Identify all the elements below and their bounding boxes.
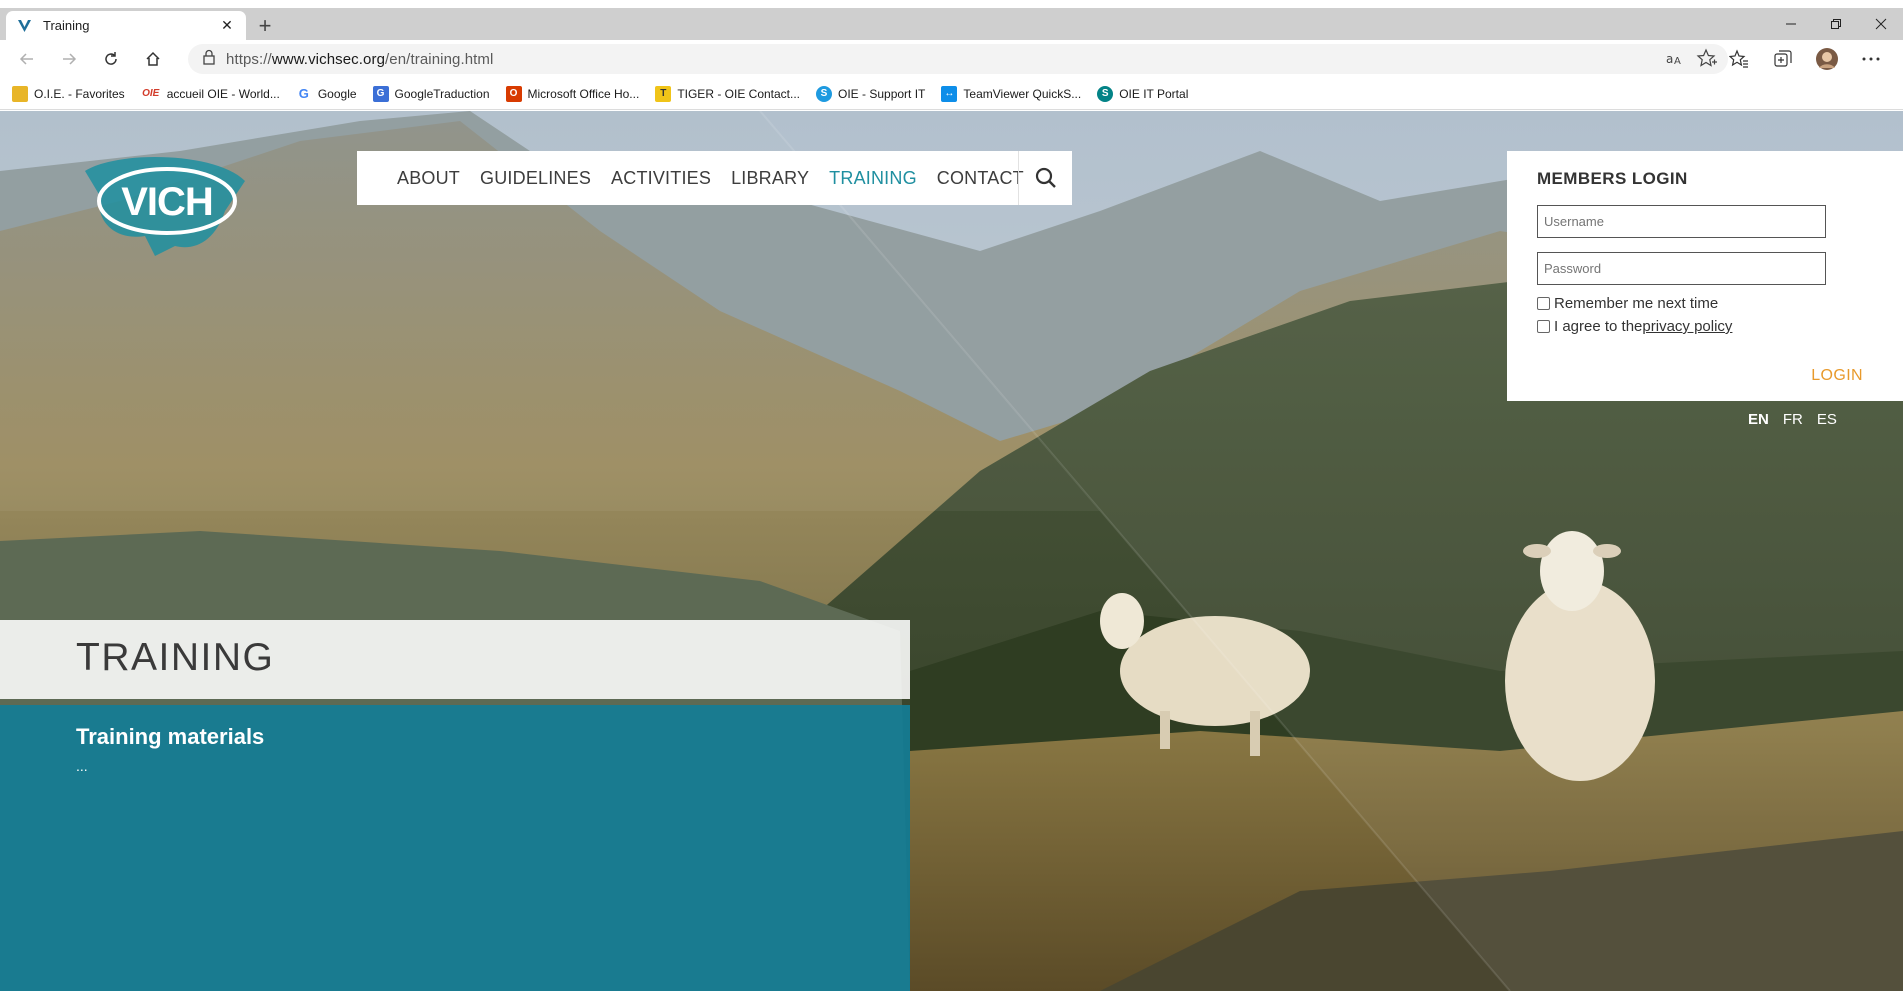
page-title-band: TRAINING [0, 620, 910, 699]
profile-avatar-icon[interactable] [1805, 42, 1849, 76]
login-title: MEMBERS LOGIN [1537, 169, 1688, 188]
lang-en[interactable]: EN [1748, 411, 1769, 428]
username-input[interactable] [1537, 205, 1826, 238]
address-bar[interactable]: https://www.vichsec.org/en/training.html… [188, 44, 1728, 74]
login-button[interactable]: LOGIN [1811, 367, 1863, 385]
search-icon [1035, 167, 1056, 188]
restore-icon[interactable] [1813, 8, 1858, 40]
lang-es[interactable]: ES [1817, 411, 1837, 428]
bookmark-item[interactable]: O.I.E. - Favorites [12, 85, 125, 102]
nav-library[interactable]: LIBRARY [721, 168, 819, 189]
language-switcher: EN FR ES [1748, 411, 1837, 428]
content-block: Training materials ... [0, 705, 910, 991]
favorites-icon[interactable] [1717, 42, 1761, 76]
bookmark-item[interactable]: T TIGER - OIE Contact... [655, 85, 801, 102]
teamviewer-icon: ↔ [941, 85, 958, 102]
bookmark-item[interactable]: G GoogleTraduction [372, 85, 490, 102]
window-controls [1768, 8, 1903, 40]
password-input[interactable] [1537, 252, 1826, 285]
section-text: ... [76, 758, 88, 774]
bookmark-item[interactable]: G Google [296, 86, 357, 102]
vich-favicon-icon [16, 17, 33, 34]
nav-guidelines[interactable]: GUIDELINES [470, 168, 601, 189]
nav-about[interactable]: ABOUT [357, 168, 470, 189]
bookmark-label: Microsoft Office Ho... [527, 86, 640, 101]
remember-me-checkbox[interactable] [1537, 297, 1550, 310]
translate-icon: G [372, 85, 389, 102]
svg-text:A: A [1674, 56, 1681, 67]
forward-icon[interactable] [48, 42, 90, 76]
remember-me-row: Remember me next time [1537, 295, 1873, 312]
bookmark-label: GoogleTraduction [394, 86, 490, 101]
members-login-panel: MEMBERS LOGIN Remember me next time I ag… [1507, 151, 1903, 401]
support-icon: S [816, 85, 833, 102]
main-navigation: ABOUT GUIDELINES ACTIVITIES LIBRARY TRAI… [357, 151, 1072, 205]
bookmark-item[interactable]: ↔ TeamViewer QuickS... [941, 85, 1082, 102]
url-prefix: https:// [226, 50, 272, 68]
bookmark-label: TeamViewer QuickS... [963, 86, 1082, 101]
url-host: www.vichsec.org [271, 50, 386, 68]
google-icon: G [298, 86, 309, 101]
back-icon[interactable] [6, 42, 48, 76]
bookmark-label: Google [317, 86, 357, 101]
add-favorite-icon[interactable] [1696, 48, 1718, 75]
privacy-agree-checkbox[interactable] [1537, 320, 1550, 333]
lock-icon[interactable] [202, 49, 216, 70]
minimize-icon[interactable] [1768, 8, 1813, 40]
bookmark-item[interactable]: OIE accueil OIE - World... [141, 86, 280, 102]
tab-strip: Training ✕ + [0, 8, 1903, 40]
window-top-edge [0, 0, 1903, 8]
sharepoint-icon: S [1097, 85, 1114, 102]
bookmark-item[interactable]: S OIE IT Portal [1097, 85, 1189, 102]
bookmark-item[interactable]: O Microsoft Office Ho... [505, 85, 640, 102]
tiger-icon: T [655, 85, 672, 102]
more-menu-icon[interactable] [1849, 42, 1893, 76]
nav-activities[interactable]: ACTIVITIES [601, 168, 721, 189]
logo-text: VICH [121, 180, 213, 224]
nav-training[interactable]: TRAINING [819, 168, 927, 189]
lang-fr[interactable]: FR [1783, 411, 1803, 428]
home-icon[interactable] [132, 42, 174, 76]
address-actions: aA [1664, 48, 1718, 75]
svg-text:a: a [1666, 52, 1673, 66]
bookmark-label: accueil OIE - World... [166, 86, 280, 101]
privacy-agree-row: I agree to the privacy policy [1537, 318, 1873, 335]
browser-tab-training[interactable]: Training ✕ [6, 11, 246, 40]
privacy-policy-link[interactable]: privacy policy [1642, 318, 1732, 335]
refresh-icon[interactable] [90, 42, 132, 76]
read-aloud-icon[interactable]: aA [1664, 48, 1686, 75]
bookmark-label: TIGER - OIE Contact... [677, 86, 801, 101]
browser-toolbar: https://www.vichsec.org/en/training.html… [0, 40, 1903, 78]
oie-icon: OIE [142, 88, 160, 99]
tab-close-icon[interactable]: ✕ [218, 17, 236, 34]
toolbar-right [1717, 40, 1893, 78]
bookmarks-bar: O.I.E. - Favorites OIE accueil OIE - Worl… [0, 78, 1903, 110]
bookmark-label: O.I.E. - Favorites [34, 86, 125, 101]
close-icon[interactable] [1858, 8, 1903, 40]
bookmark-label: OIE IT Portal [1119, 86, 1189, 101]
vich-page: VICH ABOUT GUIDELINES ACTIVITIES LIBRARY… [0, 111, 1903, 991]
tab-title: Training [43, 18, 90, 33]
new-tab-button[interactable]: + [252, 13, 278, 39]
bookmark-label: OIE - Support IT [838, 86, 926, 101]
section-heading[interactable]: Training materials [76, 724, 264, 750]
vich-logo[interactable]: VICH [75, 151, 255, 261]
agree-prefix: I agree to the [1554, 318, 1643, 335]
collections-icon[interactable] [1761, 42, 1805, 76]
url-text: https://www.vichsec.org/en/training.html [226, 51, 493, 68]
bookmark-item[interactable]: S OIE - Support IT [816, 85, 926, 102]
search-button[interactable] [1018, 151, 1072, 205]
remember-me-label: Remember me next time [1554, 295, 1719, 312]
office-icon: O [505, 85, 522, 102]
folder-icon [12, 85, 28, 102]
url-path: /en/training.html [385, 50, 494, 68]
page-title: TRAINING [76, 636, 275, 679]
